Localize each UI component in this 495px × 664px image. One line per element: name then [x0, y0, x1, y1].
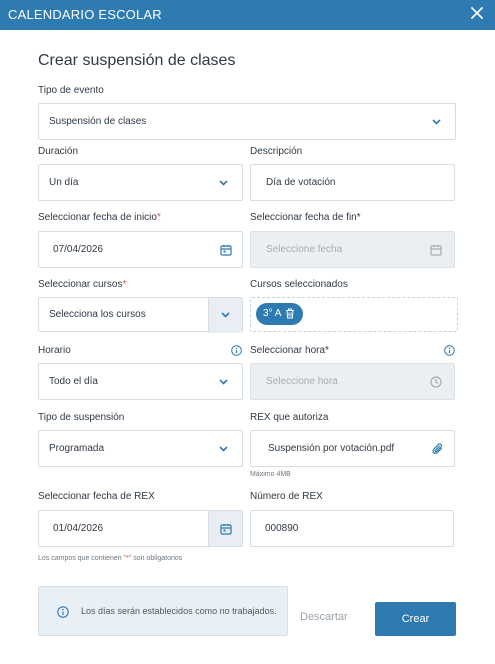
fecha-fin-input: Seleccione fecha	[250, 231, 455, 268]
duracion-label: Duración	[38, 146, 79, 157]
calendar-icon[interactable]	[220, 244, 232, 256]
hora-placeholder: Seleccione hora	[266, 376, 338, 387]
rex-hint: Máximo 4MB	[250, 471, 291, 478]
chevron-down-icon	[219, 180, 228, 186]
rex-label: REX que autoriza	[250, 412, 329, 423]
tipo-suspension-select[interactable]: Programada	[38, 430, 243, 467]
calendar-icon	[220, 524, 232, 535]
cursos-value: Selecciona los cursos	[49, 309, 146, 320]
modal-title: CALENDARIO ESCOLAR	[8, 7, 162, 22]
modal-header: CALENDARIO ESCOLAR	[0, 0, 495, 30]
fecha-fin-label: Seleccionar fecha de fin*	[250, 212, 361, 223]
cursos-dropdown-button[interactable]	[208, 298, 242, 333]
cursos-label: Seleccionar cursos*	[38, 279, 127, 290]
discard-button[interactable]: Descartar	[300, 611, 348, 623]
descripcion-value: Día de votación	[266, 177, 336, 188]
info-icon[interactable]	[444, 345, 455, 356]
numero-rex-input[interactable]: 000890	[250, 510, 454, 547]
numero-rex-label: Número de REX	[250, 491, 323, 502]
chevron-down-icon	[219, 446, 228, 452]
calendar-icon	[430, 245, 442, 256]
fecha-rex-input[interactable]: 01/04/2026	[38, 510, 243, 547]
cursos-seleccionados-box: 3° A	[250, 297, 458, 332]
horario-value: Todo el día	[49, 376, 98, 387]
numero-rex-value: 000890	[265, 523, 299, 534]
fecha-rex-label: Seleccionar fecha de REX	[38, 491, 155, 502]
course-chip[interactable]: 3° A	[256, 303, 303, 325]
trash-icon[interactable]	[285, 308, 295, 319]
course-chip-label: 3° A	[263, 308, 282, 319]
create-button[interactable]: Crear	[375, 602, 456, 636]
tipo-suspension-label: Tipo de suspensión	[38, 412, 125, 423]
cursos-seleccionados-label: Cursos seleccionados	[250, 279, 348, 290]
fecha-inicio-label: Seleccionar fecha de inicio*	[38, 212, 161, 223]
info-icon	[57, 606, 69, 618]
tipo-evento-value: Suspensión de clases	[49, 116, 147, 127]
paperclip-icon[interactable]	[432, 443, 444, 455]
rex-file-name: Suspensión por votación.pdf	[268, 443, 395, 454]
info-notice: Los días serán establecidos como no trab…	[38, 586, 288, 636]
close-icon[interactable]	[470, 6, 484, 20]
hora-label: Seleccionar hora*	[250, 345, 329, 356]
rex-file-input[interactable]: Suspensión por votación.pdf	[250, 430, 455, 467]
tipo-evento-label: Tipo de evento	[38, 85, 104, 96]
chevron-down-icon	[221, 312, 230, 318]
duracion-value: Un día	[49, 177, 79, 188]
descripcion-input[interactable]: Día de votación	[250, 164, 455, 201]
notice-text: Los días serán establecidos como no trab…	[81, 606, 277, 616]
required-note: Los campos que contienen "*" son obligat…	[38, 555, 183, 562]
chevron-down-icon	[432, 119, 441, 125]
tipo-suspension-value: Programada	[49, 443, 105, 454]
fecha-fin-placeholder: Seleccione fecha	[266, 244, 343, 255]
descripcion-label: Descripción	[250, 146, 303, 157]
hora-input: Seleccione hora	[250, 363, 455, 400]
horario-select[interactable]: Todo el día	[38, 363, 243, 400]
chevron-down-icon	[219, 379, 228, 385]
tipo-evento-select[interactable]: Suspensión de clases	[38, 103, 456, 140]
clock-icon	[430, 376, 442, 388]
fecha-rex-calendar-button[interactable]	[208, 511, 242, 546]
fecha-rex-value: 01/04/2026	[53, 523, 104, 534]
fecha-inicio-value: 07/04/2026	[53, 244, 104, 255]
cursos-select[interactable]: Selecciona los cursos	[38, 297, 243, 333]
info-icon[interactable]	[231, 345, 242, 356]
horario-label: Horario	[38, 345, 71, 356]
duracion-select[interactable]: Un día	[38, 164, 243, 201]
fecha-inicio-input[interactable]: 07/04/2026	[38, 231, 243, 268]
page-title: Crear suspensión de clases	[38, 52, 236, 69]
